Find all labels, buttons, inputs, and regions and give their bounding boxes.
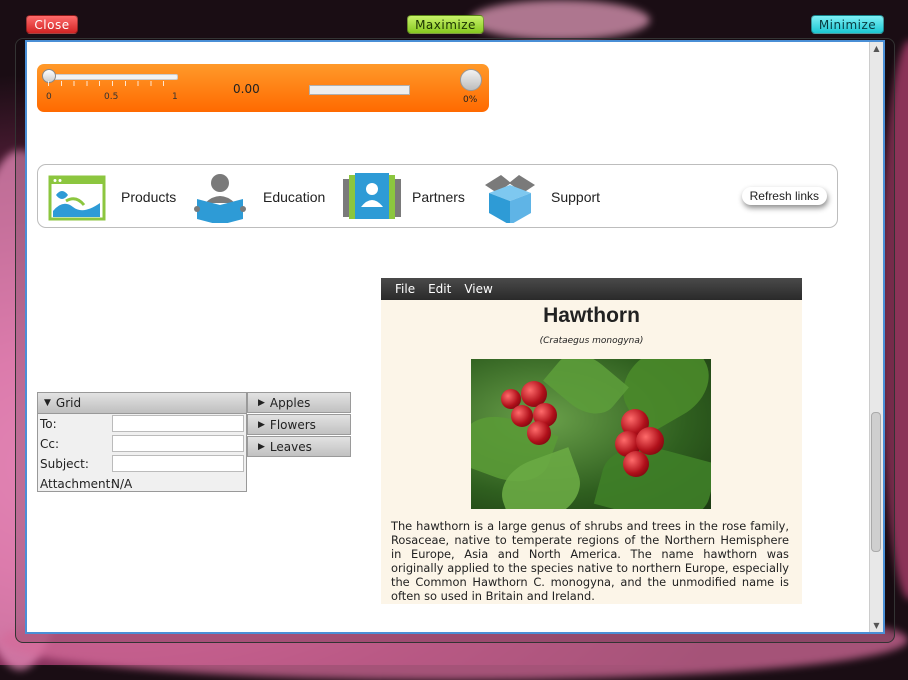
- accordion-item-leaves[interactable]: ▶ Leaves: [247, 436, 351, 457]
- grid-header[interactable]: ▼ Grid: [38, 393, 246, 414]
- position-slider-track[interactable]: [47, 74, 178, 80]
- accordion-item-apples[interactable]: ▶ Apples: [247, 392, 351, 413]
- browser-menubar: File Edit View: [381, 278, 802, 300]
- refresh-links-button[interactable]: Refresh links: [741, 187, 827, 205]
- products-icon[interactable]: [48, 173, 106, 223]
- accordion-label: Leaves: [269, 439, 312, 454]
- triangle-down-icon: ▼: [44, 398, 51, 408]
- menu-edit[interactable]: Edit: [428, 282, 451, 296]
- menu-file[interactable]: File: [395, 282, 415, 296]
- grid-title: Grid: [55, 396, 82, 410]
- time-readout: 0.00: [233, 82, 260, 96]
- hawthorn-photo: [471, 359, 711, 509]
- progress-bar: [309, 85, 410, 95]
- maximize-button[interactable]: Maximize: [407, 15, 484, 34]
- background-flower: [470, 0, 650, 40]
- tick-label: 0: [46, 92, 52, 102]
- education-icon[interactable]: [191, 173, 249, 225]
- partners-icon[interactable]: [343, 173, 401, 223]
- scrollbar-thumb[interactable]: [871, 412, 881, 552]
- article-title: Hawthorn: [543, 304, 640, 327]
- attachment-value: N/A: [111, 477, 133, 491]
- grid-row-cc: Cc:: [38, 434, 246, 454]
- support-icon[interactable]: [481, 173, 539, 225]
- link-support[interactable]: Support: [551, 189, 600, 205]
- article-body: The hawthorn is a large genus of shrubs …: [391, 519, 789, 603]
- main-window: 0 0.5 1 0.00 0% Products Education Partn…: [25, 40, 885, 634]
- subject-label: Subject:: [40, 457, 89, 471]
- link-partners[interactable]: Partners: [412, 189, 465, 205]
- vertical-scrollbar[interactable]: ▲ ▼: [869, 42, 883, 632]
- media-player-bar: 0 0.5 1 0.00 0%: [37, 64, 489, 112]
- attachment-label: Attachment:: [40, 477, 115, 491]
- to-label: To:: [40, 417, 57, 431]
- links-panel: Products Education Partners Support Refr…: [37, 164, 838, 228]
- grid-row-to: To:: [38, 414, 246, 434]
- grid-row-attachment: Attachment: N/A: [38, 474, 246, 492]
- scroll-up-icon[interactable]: ▲: [871, 43, 882, 54]
- minimize-button[interactable]: Minimize: [811, 15, 884, 34]
- link-products[interactable]: Products: [121, 189, 176, 205]
- cc-field[interactable]: [112, 435, 244, 452]
- triangle-right-icon: ▶: [258, 397, 265, 408]
- to-field[interactable]: [112, 415, 244, 432]
- triangle-right-icon: ▶: [258, 441, 265, 452]
- link-education[interactable]: Education: [263, 189, 325, 205]
- embedded-browser: File Edit View Hawthorn (Crataegus monog…: [381, 278, 802, 604]
- subject-field[interactable]: [112, 455, 244, 472]
- accordion-label: Apples: [269, 395, 311, 410]
- accordion-item-flowers[interactable]: ▶ Flowers: [247, 414, 351, 435]
- tick-label: 0.5: [104, 92, 119, 102]
- cc-label: Cc:: [40, 437, 60, 451]
- menu-view[interactable]: View: [464, 282, 492, 296]
- volume-readout: 0%: [463, 95, 478, 105]
- slider-ticks: [48, 81, 176, 86]
- scroll-down-icon[interactable]: ▼: [871, 620, 882, 631]
- article-subtitle: (Crataegus monogyna): [539, 336, 644, 346]
- tick-label: 1: [172, 92, 178, 102]
- grid-panel: ▼ Grid To: Cc: Subject: Attachment: N/A: [37, 392, 247, 492]
- triangle-right-icon: ▶: [258, 419, 265, 430]
- grid-row-subject: Subject:: [38, 454, 246, 474]
- accordion-label: Flowers: [269, 417, 316, 432]
- volume-knob[interactable]: [460, 69, 482, 91]
- close-button[interactable]: Close: [26, 15, 78, 34]
